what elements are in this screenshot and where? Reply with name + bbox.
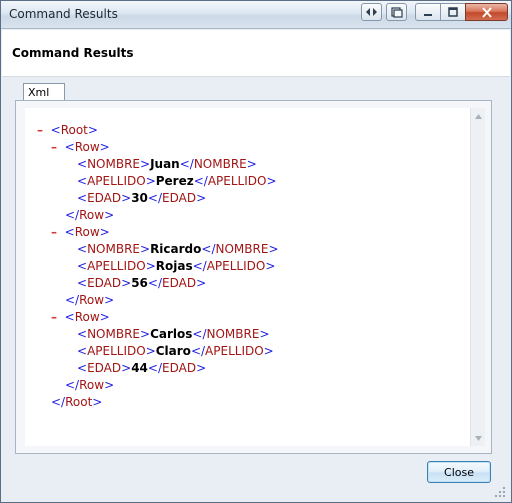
xml-field: <NOMBRE>Ricardo</NOMBRE>	[77, 242, 279, 256]
xml-viewer[interactable]: – <Root> – <Row> <NOMBRE>Juan</NOMBRE> <…	[25, 108, 470, 446]
scroll-up-button[interactable]	[471, 110, 486, 122]
collapse-row-toggle[interactable]: –	[51, 310, 57, 324]
dock-button[interactable]	[386, 3, 407, 21]
tab-xml[interactable]: Xml	[23, 83, 65, 101]
xml-root-close: </Root>	[51, 395, 103, 409]
swap-panels-button[interactable]	[361, 3, 382, 21]
xml-row-close: </Row>	[65, 378, 115, 392]
maximize-icon	[448, 7, 458, 17]
close-window-button[interactable]	[465, 3, 508, 21]
xml-field: <NOMBRE>Juan</NOMBRE>	[77, 157, 257, 171]
collapse-row-toggle[interactable]: –	[51, 140, 57, 154]
xml-row-open: – <Row>	[51, 140, 110, 154]
xml-field: <EDAD>44</EDAD>	[77, 361, 207, 375]
close-button[interactable]: Close	[427, 461, 491, 483]
xml-field: <APELLIDO>Perez</APELLIDO>	[77, 174, 277, 188]
minimize-icon	[424, 14, 432, 16]
close-x-icon	[481, 6, 492, 18]
xml-row-close: </Row>	[65, 293, 115, 307]
dialog-window: Command Results Command Results Xml – <R…	[0, 0, 512, 503]
xml-field: <APELLIDO>Claro</APELLIDO>	[77, 344, 274, 358]
collapse-row-toggle[interactable]: –	[51, 225, 57, 239]
resize-grip-icon[interactable]	[493, 485, 507, 499]
scroll-up-arrow-icon	[475, 113, 482, 119]
scroll-down-button[interactable]	[471, 432, 486, 444]
collapse-root-toggle[interactable]: –	[37, 123, 43, 137]
dialog-heading: Command Results	[12, 46, 134, 60]
scroll-down-arrow-icon	[475, 435, 482, 441]
xml-field: <EDAD>56</EDAD>	[77, 276, 207, 290]
swap-arrows-icon	[366, 8, 377, 16]
xml-field: <EDAD>30</EDAD>	[77, 191, 207, 205]
xml-root-open: – <Root>	[37, 123, 98, 137]
minimize-button[interactable]	[415, 3, 441, 21]
xml-field: <APELLIDO>Rojas</APELLIDO>	[77, 259, 276, 273]
dialog-header: Command Results	[2, 30, 510, 77]
xml-row-close: </Row>	[65, 208, 115, 222]
window-title: Command Results	[9, 7, 118, 21]
maximize-button[interactable]	[440, 3, 466, 21]
xml-field: <NOMBRE>Carlos</NOMBRE>	[77, 327, 270, 341]
xml-row-open: – <Row>	[51, 225, 110, 239]
window-dock-icon	[390, 6, 403, 18]
xml-row-open: – <Row>	[51, 310, 110, 324]
title-bar[interactable]: Command Results	[1, 1, 511, 29]
vertical-scrollbar[interactable]	[470, 108, 485, 446]
